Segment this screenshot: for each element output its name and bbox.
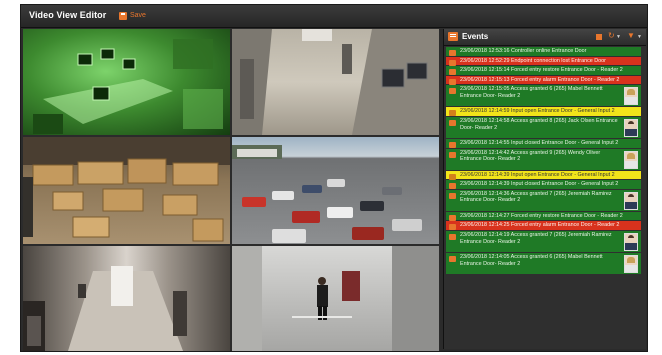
event-row[interactable]: 23/06/2018 12:14:42 Access granted 9 (26…	[446, 148, 641, 170]
cardholder-photo	[624, 232, 638, 251]
event-text: 23/06/2018 12:14:25 Forced entry alarm E…	[460, 222, 620, 229]
event-row[interactable]: 23/06/2018 12:52:29 Endpoint connection …	[446, 56, 641, 66]
save-button[interactable]: Save	[119, 9, 146, 22]
event-icon	[449, 233, 456, 240]
event-icon	[449, 224, 456, 231]
cardholder-photo	[624, 254, 638, 273]
cardholder-photo	[624, 150, 638, 169]
event-icon	[449, 183, 456, 190]
camera-tile-warehouse-aisles[interactable]	[232, 29, 439, 135]
camera-tile-warehouse-boxes[interactable]	[23, 137, 230, 244]
event-icon	[449, 50, 456, 56]
camera-tile-parking-lot[interactable]	[232, 137, 439, 244]
event-row[interactable]: 23/06/2018 12:53:16 Controller online En…	[446, 47, 641, 56]
save-icon	[119, 11, 127, 20]
event-text: 23/06/2018 12:15:13 Forced entry alarm E…	[460, 76, 620, 83]
event-icon	[449, 88, 456, 95]
camera-feed-image	[232, 29, 439, 135]
event-text: 23/06/2018 12:14:19 Access granted 7 (26…	[460, 231, 612, 245]
event-row[interactable]: 23/06/2018 12:14:58 Access granted 8 (26…	[446, 116, 641, 138]
event-row[interactable]: 23/06/2018 12:14:19 Access granted 7 (26…	[446, 230, 641, 252]
window-title: Video View Editor	[29, 10, 107, 20]
event-row[interactable]: 23/06/2018 12:14:25 Forced entry alarm E…	[446, 221, 641, 231]
event-text: 23/06/2018 12:14:05 Access granted 6 (26…	[460, 253, 603, 267]
event-icon	[449, 151, 456, 158]
event-text: 23/06/2018 12:14:39 Input closed Entranc…	[460, 181, 619, 188]
camera-tile-office-night-vision[interactable]	[23, 29, 230, 135]
camera-feed-image	[232, 145, 422, 243]
event-icon	[449, 110, 456, 117]
event-icon	[449, 173, 456, 180]
event-text: 23/06/2018 12:14:36 Access granted 7 (26…	[460, 190, 612, 204]
events-header: Events ↻ ▼ ▼ ▼	[444, 29, 646, 46]
filter-icon[interactable]: ▼	[627, 32, 635, 40]
event-icon	[449, 141, 456, 148]
event-text: 23/06/2018 12:14:58 Access granted 8 (26…	[460, 117, 618, 131]
event-icon	[449, 78, 456, 85]
event-text: 23/06/2018 12:53:16 Controller online En…	[460, 48, 587, 54]
event-text: 23/06/2018 12:15:14 Forced entry restore…	[460, 67, 623, 74]
save-label: Save	[130, 12, 146, 19]
video-view-editor-window: Video View Editor Save Events ↻ ▼ ▼ ▼ 23…	[20, 4, 648, 352]
events-list-icon	[448, 32, 458, 41]
event-icon	[449, 119, 456, 126]
event-text: 23/06/2018 12:15:05 Access granted 6 (26…	[460, 86, 603, 99]
event-row[interactable]: 23/06/2018 12:14:05 Access granted 6 (26…	[446, 252, 641, 274]
title-bar: Video View Editor Save	[21, 5, 647, 28]
event-row[interactable]: 23/06/2018 12:15:05 Access granted 6 (26…	[446, 85, 641, 107]
event-row[interactable]: 23/06/2018 12:14:55 Input closed Entranc…	[446, 138, 641, 148]
camera-tile-lobby-person[interactable]	[232, 246, 439, 351]
cardholder-photo	[624, 87, 638, 106]
stop-icon[interactable]	[596, 34, 602, 40]
events-list: 23/06/2018 12:53:16 Controller online En…	[446, 47, 641, 349]
event-text: 23/06/2018 12:14:39 Input open Entrance …	[460, 171, 615, 178]
refresh-icon[interactable]: ↻	[608, 32, 615, 40]
events-panel: Events ↻ ▼ ▼ ▼ 23/06/2018 12:53:16 Contr…	[443, 29, 646, 349]
event-text: 23/06/2018 12:14:27 Forced entry restore…	[460, 212, 623, 219]
camera-feed-image	[23, 137, 230, 242]
camera-grid	[23, 29, 439, 351]
event-icon	[449, 214, 456, 221]
event-row[interactable]: 23/06/2018 12:14:59 Input open Entrance …	[446, 107, 641, 117]
chevron-down-icon[interactable]: ▼	[616, 33, 621, 41]
event-text: 23/06/2018 12:14:59 Input open Entrance …	[460, 108, 615, 115]
event-row[interactable]: 23/06/2018 12:14:27 Forced entry restore…	[446, 211, 641, 221]
event-row[interactable]: 23/06/2018 12:15:13 Forced entry alarm E…	[446, 75, 641, 85]
event-row[interactable]: 23/06/2018 12:14:39 Input closed Entranc…	[446, 180, 641, 190]
camera-feed-image	[232, 246, 439, 351]
event-icon	[449, 192, 456, 199]
cardholder-photo	[624, 191, 638, 210]
cardholder-photo	[624, 118, 638, 137]
event-icon	[449, 69, 456, 76]
event-row[interactable]: 23/06/2018 12:15:14 Forced entry restore…	[446, 66, 641, 76]
event-row[interactable]: 23/06/2018 12:14:39 Input open Entrance …	[446, 170, 641, 180]
event-icon	[449, 255, 456, 262]
events-title: Events	[462, 32, 489, 41]
event-text: 23/06/2018 12:14:55 Input closed Entranc…	[460, 139, 619, 146]
event-text: 23/06/2018 12:14:42 Access granted 9 (26…	[460, 149, 601, 163]
event-text: 23/06/2018 12:52:29 Endpoint connection …	[460, 57, 606, 64]
chevron-down-icon[interactable]: ▼	[637, 33, 642, 41]
camera-tile-corridor[interactable]	[23, 246, 230, 351]
event-icon	[449, 59, 456, 66]
event-row[interactable]: 23/06/2018 12:14:36 Access granted 7 (26…	[446, 189, 641, 211]
camera-feed-image	[33, 39, 223, 134]
camera-feed-image	[23, 266, 187, 351]
